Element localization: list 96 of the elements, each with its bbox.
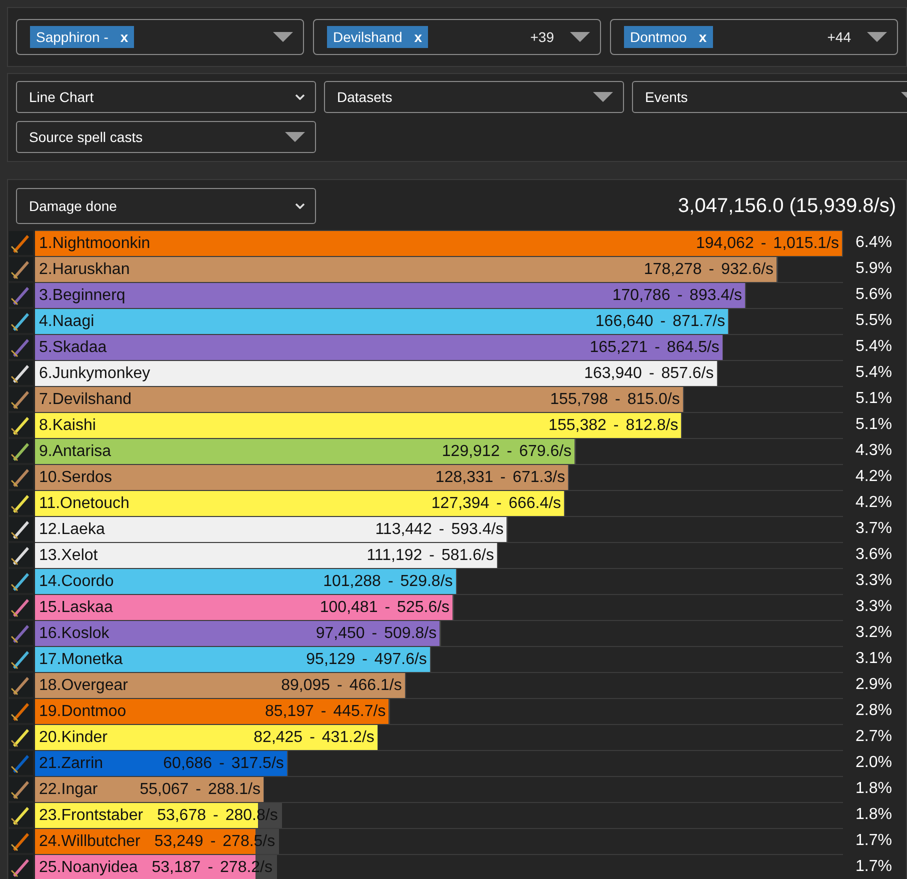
player-name: 23.Frontstaber: [38, 806, 144, 824]
damage-percent: 3.7%: [854, 520, 893, 538]
damage-value: 101,288 - 529.8/s: [322, 572, 453, 590]
chevron-icon: [295, 94, 305, 100]
player-name: 12.Laeka: [38, 520, 105, 538]
damage-value: 166,640 - 871.7/s: [594, 312, 726, 330]
damage-percent: 1.7%: [854, 832, 893, 850]
damage-percent: 3.1%: [854, 650, 893, 668]
damage-percent: 5.9%: [854, 260, 893, 278]
caret-icon: [273, 32, 293, 42]
player-tag: Sapphiron - x: [30, 26, 134, 48]
damage-percent: 5.6%: [854, 286, 893, 304]
damage-percent: 2.0%: [854, 754, 893, 772]
damage-percent: 1.8%: [854, 780, 893, 798]
option-dropdown[interactable]: Source spell casts: [16, 120, 316, 152]
caret-icon: [570, 32, 590, 42]
player-name: 19.Dontmoo: [38, 702, 126, 720]
option-dropdown[interactable]: Datasets: [324, 81, 624, 113]
damage-percent: 4.2%: [854, 468, 893, 486]
damage-value: 155,798 - 815.0/s: [549, 390, 680, 408]
remove-tag-button[interactable]: x: [698, 29, 707, 45]
player-name: 4.Naagi: [38, 312, 94, 330]
damage-value: 165,271 - 864.5/s: [588, 338, 720, 356]
player-name: 21.Zarrin: [38, 754, 104, 772]
chevron-icon: [295, 203, 305, 209]
damage-value: 60,686 - 317.5/s: [162, 754, 284, 772]
caret-icon: [285, 132, 305, 142]
damage-value: 155,382 - 812.8/s: [548, 416, 678, 434]
damage-percent: 5.1%: [854, 390, 893, 408]
damage-percent: 4.2%: [854, 494, 893, 512]
player-tag: Dontmoo x: [624, 26, 713, 48]
damage-percent: 2.7%: [854, 728, 893, 746]
player-name: 6.Junkymonkey: [38, 364, 150, 382]
total-damage: 3,047,156.0 (15,939.8/s): [678, 194, 896, 218]
player-name: 16.Koslok: [38, 624, 110, 642]
player-name: 5.Skadaa: [38, 338, 107, 356]
damage-percent: 2.9%: [854, 676, 893, 694]
damage-value: 111,192 - 581.6/s: [366, 546, 494, 564]
damage-percent: 5.4%: [854, 338, 893, 356]
damage-percent: 4.3%: [854, 442, 893, 460]
damage-value: 194,062 - 1,015.1/s: [695, 234, 839, 252]
damage-value: 100,481 - 525.6/s: [318, 598, 450, 616]
player-name: 17.Monetka: [38, 650, 123, 668]
damage-value: 163,940 - 857.6/s: [583, 364, 714, 382]
player-name: 9.Antarisa: [38, 442, 112, 460]
damage-value: 97,450 - 509.8/s: [314, 624, 437, 642]
damage-value: 128,331 - 671.3/s: [434, 468, 566, 486]
more-count: +39: [530, 29, 554, 45]
player-name: 8.Kaishi: [38, 416, 96, 434]
player-multiselect[interactable]: Sapphiron - x: [16, 19, 304, 55]
metric-select[interactable]: Damage done: [16, 188, 316, 224]
player-name: 10.Serdos: [38, 468, 112, 486]
damage-value: 82,425 - 431.2/s: [252, 728, 374, 746]
caret-icon: [867, 32, 887, 42]
damage-value: 113,442 - 593.4/s: [374, 520, 504, 538]
damage-percent: 5.5%: [854, 312, 893, 330]
damage-percent: 2.8%: [854, 702, 893, 720]
damage-percent: 6.4%: [854, 234, 893, 252]
player-name: 1.Nightmoonkin: [38, 234, 150, 252]
more-count: +44: [827, 29, 851, 45]
damage-value: 55,067 - 288.1/s: [138, 780, 260, 798]
caret-icon: [593, 92, 613, 102]
player-name: 15.Laskaa: [38, 598, 113, 616]
player-name: 3.Beginnerq: [38, 286, 126, 304]
player-name: 20.Kinder: [38, 728, 108, 746]
player-name: 2.Haruskhan: [38, 260, 130, 278]
player-name: 7.Devilshand: [38, 390, 132, 408]
damage-percent: 5.4%: [854, 364, 893, 382]
damage-value: 178,278 - 932.6/s: [642, 260, 774, 278]
player-name: 11.Onetouch: [38, 494, 130, 512]
damage-value: 85,197 - 445.7/s: [264, 702, 386, 720]
option-dropdown[interactable]: Events: [632, 81, 907, 113]
player-name: 18.Overgear: [38, 676, 128, 694]
player-name: 13.Xelot: [38, 546, 98, 564]
remove-tag-button[interactable]: x: [120, 29, 128, 45]
player-name: 25.Noanyidea: [38, 858, 138, 876]
player-multiselect[interactable]: Dontmoo x +44: [610, 19, 898, 55]
damage-percent: 3.2%: [854, 624, 893, 642]
damage-value: 129,912 - 679.6/s: [440, 442, 572, 460]
damage-percent: 1.7%: [854, 858, 893, 876]
damage-percent: 3.3%: [854, 572, 893, 590]
damage-value: 127,394 - 666.4/s: [430, 494, 562, 512]
damage-value: 95,129 - 497.6/s: [305, 650, 427, 668]
damage-percent: 3.3%: [854, 598, 893, 616]
player-name: 14.Coordo: [38, 572, 114, 590]
player-name: 24.Willbutcher: [38, 832, 140, 850]
remove-tag-button[interactable]: x: [414, 29, 422, 45]
damage-percent: 1.8%: [854, 806, 893, 824]
player-multiselect[interactable]: Devilshand x +39: [313, 19, 601, 55]
damage-value: 170,786 - 893.4/s: [611, 286, 742, 304]
damage-percent: 3.6%: [854, 546, 893, 564]
player-tag: Devilshand x: [327, 26, 428, 48]
damage-value: 89,095 - 466.1/s: [280, 676, 402, 694]
chart-type-select[interactable]: Line Chart: [16, 81, 316, 113]
damage-percent: 5.1%: [854, 416, 893, 434]
player-name: 22.Ingar: [38, 780, 98, 798]
